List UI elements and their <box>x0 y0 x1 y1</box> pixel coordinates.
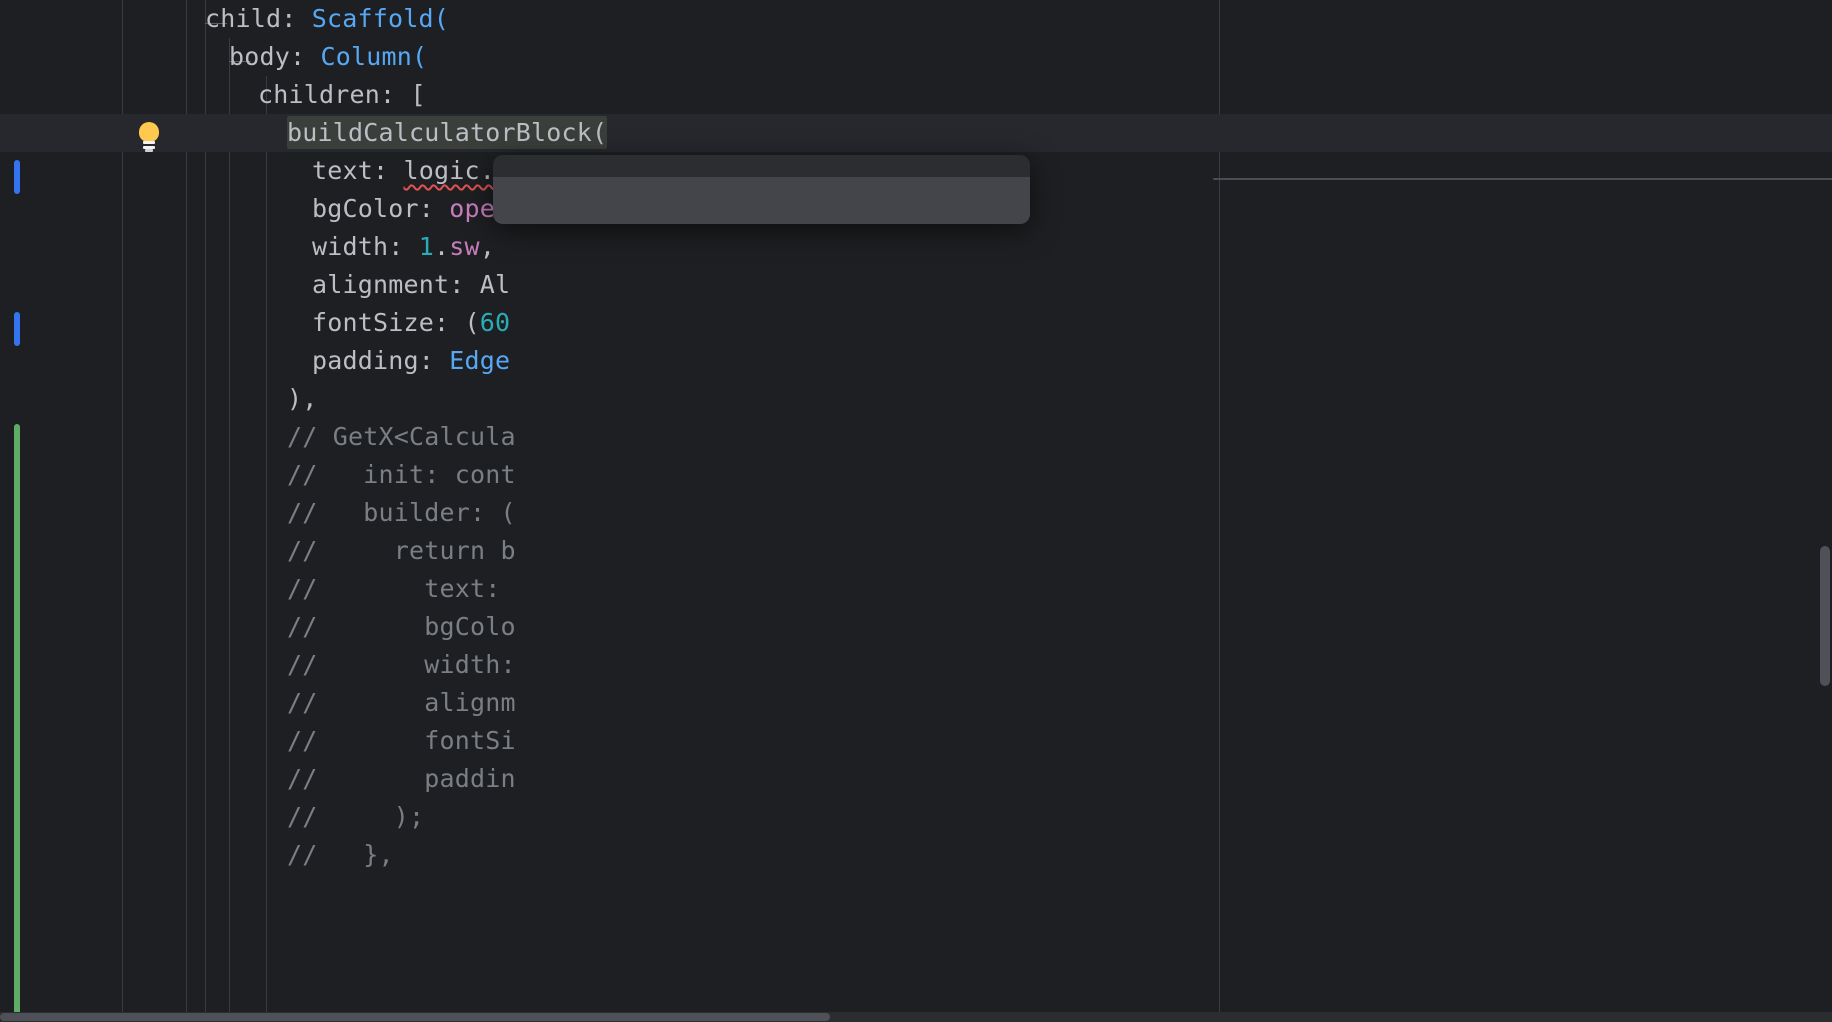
code-line[interactable]: fontSize: (60 <box>0 304 1832 342</box>
code-text: ), <box>287 380 318 418</box>
code-line[interactable]: // builder: ( <box>0 494 1832 532</box>
code-token: // bgColo <box>287 612 516 641</box>
vertical-scrollbar-thumb[interactable] <box>1820 546 1830 686</box>
code-line[interactable]: padding: Edge <box>0 342 1832 380</box>
code-line[interactable]: alignment: Al <box>0 266 1832 304</box>
code-text: // }, <box>287 836 394 874</box>
intention-actions-popup[interactable] <box>493 155 1030 224</box>
code-token: // GetX<Calcula <box>287 422 516 451</box>
code-text: // alignm <box>287 684 516 722</box>
code-token: // }, <box>287 840 394 869</box>
code-token: body: <box>229 42 321 71</box>
lightbulb-icon[interactable] <box>136 122 162 152</box>
horizontal-scrollbar[interactable] <box>0 1012 1832 1022</box>
code-line[interactable]: children: [ <box>0 76 1832 114</box>
code-text: fontSize: (60 <box>312 304 510 342</box>
intention-popup-footer <box>493 177 1030 224</box>
code-text: padding: Edge <box>312 342 510 380</box>
code-token: Edge <box>449 346 510 375</box>
code-token: ), <box>287 384 318 413</box>
code-token: // paddin <box>287 764 516 793</box>
code-text: // text: <box>287 570 501 608</box>
code-text: // paddin <box>287 760 516 798</box>
code-line[interactable]: width: 1.sw, <box>0 228 1832 266</box>
code-text: child: Scaffold( <box>205 0 449 38</box>
code-lines[interactable]: child: Scaffold(body: Column(children: [… <box>0 0 1832 874</box>
code-token: bgColor: <box>312 194 449 223</box>
code-text: // init: cont <box>287 456 516 494</box>
code-editor[interactable]: child: Scaffold(body: Column(children: [… <box>0 0 1832 1022</box>
code-text: // width: <box>287 646 516 684</box>
code-token: // return b <box>287 536 516 565</box>
code-token: // builder: ( <box>287 498 516 527</box>
code-text: bgColor: oper <box>312 190 510 228</box>
code-text: // GetX<Calcula <box>287 418 516 456</box>
code-line[interactable]: // alignm <box>0 684 1832 722</box>
code-line[interactable]: // }, <box>0 836 1832 874</box>
code-token: child: <box>205 4 312 33</box>
code-text: // bgColo <box>287 608 516 646</box>
code-token: // init: cont <box>287 460 516 489</box>
code-text: // return b <box>287 532 516 570</box>
code-token: Scaffold( <box>312 4 449 33</box>
code-token: padding: <box>312 346 449 375</box>
code-line[interactable]: // GetX<Calcula <box>0 418 1832 456</box>
code-line[interactable]: // paddin <box>0 760 1832 798</box>
code-token: children: [ <box>258 80 426 109</box>
code-text: children: [ <box>258 76 426 114</box>
code-token: // fontSi <box>287 726 516 755</box>
code-line[interactable]: // text: <box>0 570 1832 608</box>
intention-actions-list[interactable] <box>493 155 1030 177</box>
code-line[interactable]: body: Column( <box>0 38 1832 76</box>
code-text: // ); <box>287 798 424 836</box>
intention-preview-popup <box>1213 178 1832 180</box>
code-text: // builder: ( <box>287 494 516 532</box>
code-token: // text: <box>287 574 501 603</box>
vertical-scrollbar[interactable] <box>1818 0 1832 1022</box>
horizontal-scrollbar-thumb[interactable] <box>0 1013 830 1021</box>
code-token: fontSize: ( <box>312 308 480 337</box>
code-line[interactable]: // ); <box>0 798 1832 836</box>
code-token: 60 <box>480 308 511 337</box>
code-token: // width: <box>287 650 516 679</box>
code-text: width: 1.sw, <box>312 228 495 266</box>
code-text: text: logic.t <box>312 152 510 190</box>
code-token: Column( <box>321 42 428 71</box>
code-token: // ); <box>287 802 424 831</box>
code-line[interactable]: child: Scaffold( <box>0 0 1832 38</box>
code-token: buildCalculatorBlock( <box>287 118 607 147</box>
code-line[interactable]: ), <box>0 380 1832 418</box>
code-token: . <box>434 232 449 261</box>
code-line[interactable]: // width: <box>0 646 1832 684</box>
code-token: // alignm <box>287 688 516 717</box>
code-token: sw <box>449 232 480 261</box>
code-text: // fontSi <box>287 722 516 760</box>
code-line[interactable]: // fontSi <box>0 722 1832 760</box>
code-text: buildCalculatorBlock( <box>287 114 607 152</box>
code-token: alignment: Al <box>312 270 510 299</box>
code-token: text: <box>312 156 404 185</box>
code-line[interactable]: // return b <box>0 532 1832 570</box>
code-token: width: <box>312 232 419 261</box>
code-text: body: Column( <box>229 38 427 76</box>
code-token: , <box>480 232 495 261</box>
code-text: alignment: Al <box>312 266 510 304</box>
code-line[interactable]: // init: cont <box>0 456 1832 494</box>
code-line[interactable]: // bgColo <box>0 608 1832 646</box>
code-line[interactable]: buildCalculatorBlock( <box>0 114 1832 152</box>
code-token: 1 <box>419 232 434 261</box>
